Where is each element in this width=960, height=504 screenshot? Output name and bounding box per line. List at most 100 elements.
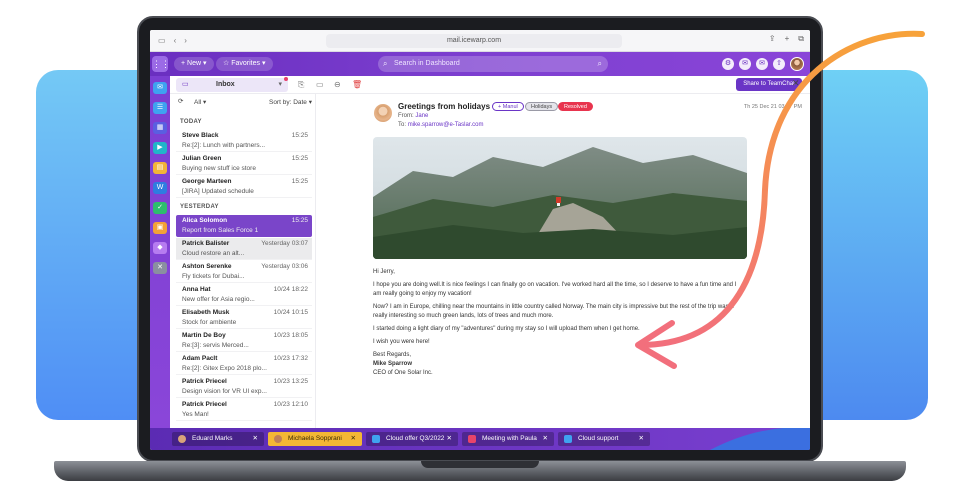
message-snippet: Re:[2]: Lunch with partners... (182, 142, 266, 149)
mail-toolbar: ▭ Inbox ▾ ⎘ ▭ ⊖ 🗑 Share to TeamChat (170, 76, 810, 94)
to-address[interactable]: mike.sparrow@e-Taslar.com (408, 122, 484, 128)
refresh-icon[interactable]: ⟳ (178, 97, 183, 105)
favorites-button[interactable]: ☆ Favorites ▾ (216, 57, 273, 71)
list-item[interactable]: George Marteen 15:25 [JIRA] Updated sche… (176, 176, 312, 198)
message-snippet: Stock for ambiente (182, 319, 237, 326)
contact-avatar (178, 435, 186, 443)
rail-calendar-icon[interactable]: ▦ (153, 122, 167, 134)
sender-name: Elisabeth Musk (182, 309, 230, 316)
sender-name: Julian Green (182, 155, 222, 162)
filter-dropdown[interactable]: All ▾ (194, 98, 206, 106)
back-icon[interactable]: ‹ (174, 36, 177, 45)
list-item[interactable]: Adam Paclt 10/23 17:32 Re:[2]: Gitex Exp… (176, 353, 312, 375)
browser-actions: ⇪ + ⧉ (769, 34, 804, 44)
attached-landscape-photo (373, 137, 747, 259)
message-time: 10/24 18:22 (273, 286, 308, 293)
reading-pane: Greetings from holidays + Manul Holidays… (316, 94, 810, 428)
tag-manul[interactable]: + Manul (492, 102, 524, 111)
close-icon[interactable]: ✕ (792, 78, 800, 89)
message-time: 10/23 17:32 (273, 355, 308, 362)
section-header-today: TODAY (180, 119, 202, 125)
from-line: From: Jane (398, 113, 428, 119)
mail-icon (564, 435, 572, 443)
taskbar-item[interactable]: Cloud offer Q3/2022 ✕ (366, 432, 458, 446)
taskbar-item-label: Cloud support (578, 435, 619, 442)
archive-icon[interactable]: ⊖ (334, 78, 341, 92)
message-time: 10/23 12:10 (273, 401, 308, 408)
taskbar-item[interactable]: Meeting with Paula ✕ (462, 432, 554, 446)
close-icon[interactable]: ✕ (351, 432, 356, 446)
close-icon[interactable]: ✕ (253, 432, 258, 446)
address-bar[interactable]: mail.icewarp.com (326, 34, 622, 48)
delete-icon[interactable]: 🗑 (352, 78, 362, 92)
share-icon[interactable]: ⇪ (769, 34, 776, 44)
rail-notes-icon[interactable]: ▤ (153, 162, 167, 174)
rail-files-icon[interactable]: ▣ (153, 222, 167, 234)
taskbar-item-label: Eduard Marks (192, 435, 233, 442)
tag-resolved[interactable]: Resolved (558, 102, 593, 111)
sender-name: Adam Paclt (182, 355, 218, 362)
taskbar-item-active[interactable]: Michaela Sopprani ✕ (268, 432, 362, 446)
list-item[interactable]: Martin De Boy 10/23 18:05 Re:[3]: servis… (176, 330, 312, 352)
upload-icon[interactable]: ⇧ (773, 58, 785, 70)
taskbar-item[interactable]: Cloud support ✕ (558, 432, 650, 446)
inbox-icon: ▭ (182, 81, 189, 88)
message-date: Th 25 Dec 21 03:07 PM (743, 104, 802, 110)
rail-docs-icon[interactable]: W (153, 182, 167, 194)
rail-mail-icon[interactable]: ✉ (153, 82, 167, 94)
from-name[interactable]: Jane (415, 113, 428, 119)
close-icon[interactable]: ✕ (543, 432, 548, 446)
rail-teamchat-icon[interactable]: ◆ (153, 242, 167, 254)
laptop-screen: ▭ ‹ › mail.icewarp.com ⇪ + ⧉ ⋮⋮ + New ▾ … (150, 30, 810, 450)
tabs-icon[interactable]: ⧉ (798, 34, 804, 44)
message-list: ⟳ All ▾ Sort by: Date ▾ TODAY Steve Blac… (170, 94, 316, 428)
folder-icon[interactable]: ▭ (316, 78, 324, 92)
sender-name: Steve Black (182, 132, 219, 139)
chat-icon[interactable]: ✉ (739, 58, 751, 70)
new-tab-icon[interactable]: + (785, 34, 790, 44)
sidebar-toggle-icon[interactable]: ▭ (158, 36, 166, 45)
rail-tools-icon[interactable]: ✕ (153, 262, 167, 274)
list-item[interactable]: Patrick Priecel 10/23 13:25 Design visio… (176, 376, 312, 398)
sender-name: George Marteen (182, 178, 232, 185)
message-time: 15:25 (291, 155, 308, 162)
rail-tasks-icon[interactable]: ✓ (153, 202, 167, 214)
close-icon[interactable]: ✕ (639, 432, 644, 446)
taskbar-item[interactable]: Eduard Marks ✕ (172, 432, 264, 446)
user-avatar[interactable] (790, 57, 804, 71)
mail-icon[interactable]: ✉ (756, 58, 768, 70)
list-item-selected[interactable]: Alica Solomon 15:25 Report from Sales Fo… (176, 215, 312, 237)
new-button[interactable]: + New ▾ (174, 57, 214, 71)
list-item[interactable]: Patrick Priecel 10/23 12:10 Yes Man! (176, 399, 312, 421)
to-line: To: mike.sparrow@e-Taslar.com (398, 122, 483, 128)
list-item[interactable]: Steve Black 15:25 Re:[2]: Lunch with par… (176, 130, 312, 152)
sender-name: Martin De Boy (182, 332, 226, 339)
rail-contacts-icon[interactable]: ☰ (153, 102, 167, 114)
close-icon[interactable]: ✕ (447, 432, 452, 446)
move-icon[interactable]: ⎘ (298, 78, 304, 92)
apps-grid-icon[interactable]: ⋮⋮ (152, 56, 170, 72)
search-input[interactable]: ⌕ Search in Dashboard ⌕ (378, 56, 608, 72)
body-paragraph: Now? I am in Europe, chilling near the m… (373, 304, 734, 319)
search-go-icon[interactable]: ⌕ (598, 56, 602, 72)
settings-icon[interactable]: ⚙ (722, 58, 734, 70)
list-item[interactable]: Anna Hat 10/24 18:22 New offer for Asia … (176, 284, 312, 306)
list-item[interactable]: Elisabeth Musk 10/24 10:15 Stock for amb… (176, 307, 312, 329)
folder-dropdown[interactable]: ▭ Inbox ▾ (176, 78, 288, 92)
forward-icon[interactable]: › (184, 36, 187, 45)
body-paragraph: I wish you were here! (373, 339, 430, 345)
list-item[interactable]: Patrick Balister Yesterday 03:07 Cloud r… (176, 238, 312, 260)
calendar-icon (468, 435, 476, 443)
sort-dropdown[interactable]: Sort by: Date ▾ (269, 98, 312, 106)
message-snippet: Re:[2]: Gitex Expo 2018 plo... (182, 365, 267, 372)
filter-label: All (194, 99, 202, 106)
sender-name: Ashton Serenke (182, 263, 232, 270)
sort-label: Sort by: Date (268, 99, 307, 106)
list-item[interactable]: Julian Green 15:25 Buying new stuff ice … (176, 153, 312, 175)
signature-title: CEO of One Solar Inc. (373, 370, 433, 376)
signature-name: Mike Sparrow (373, 361, 413, 367)
rail-meeting-icon[interactable]: ▶ (153, 142, 167, 154)
share-button-label: Share to TeamChat (743, 81, 795, 87)
list-item[interactable]: Ashton Serenke Yesterday 03:06 Fly ticke… (176, 261, 312, 283)
tag-holidays[interactable]: Holidays (525, 102, 559, 111)
